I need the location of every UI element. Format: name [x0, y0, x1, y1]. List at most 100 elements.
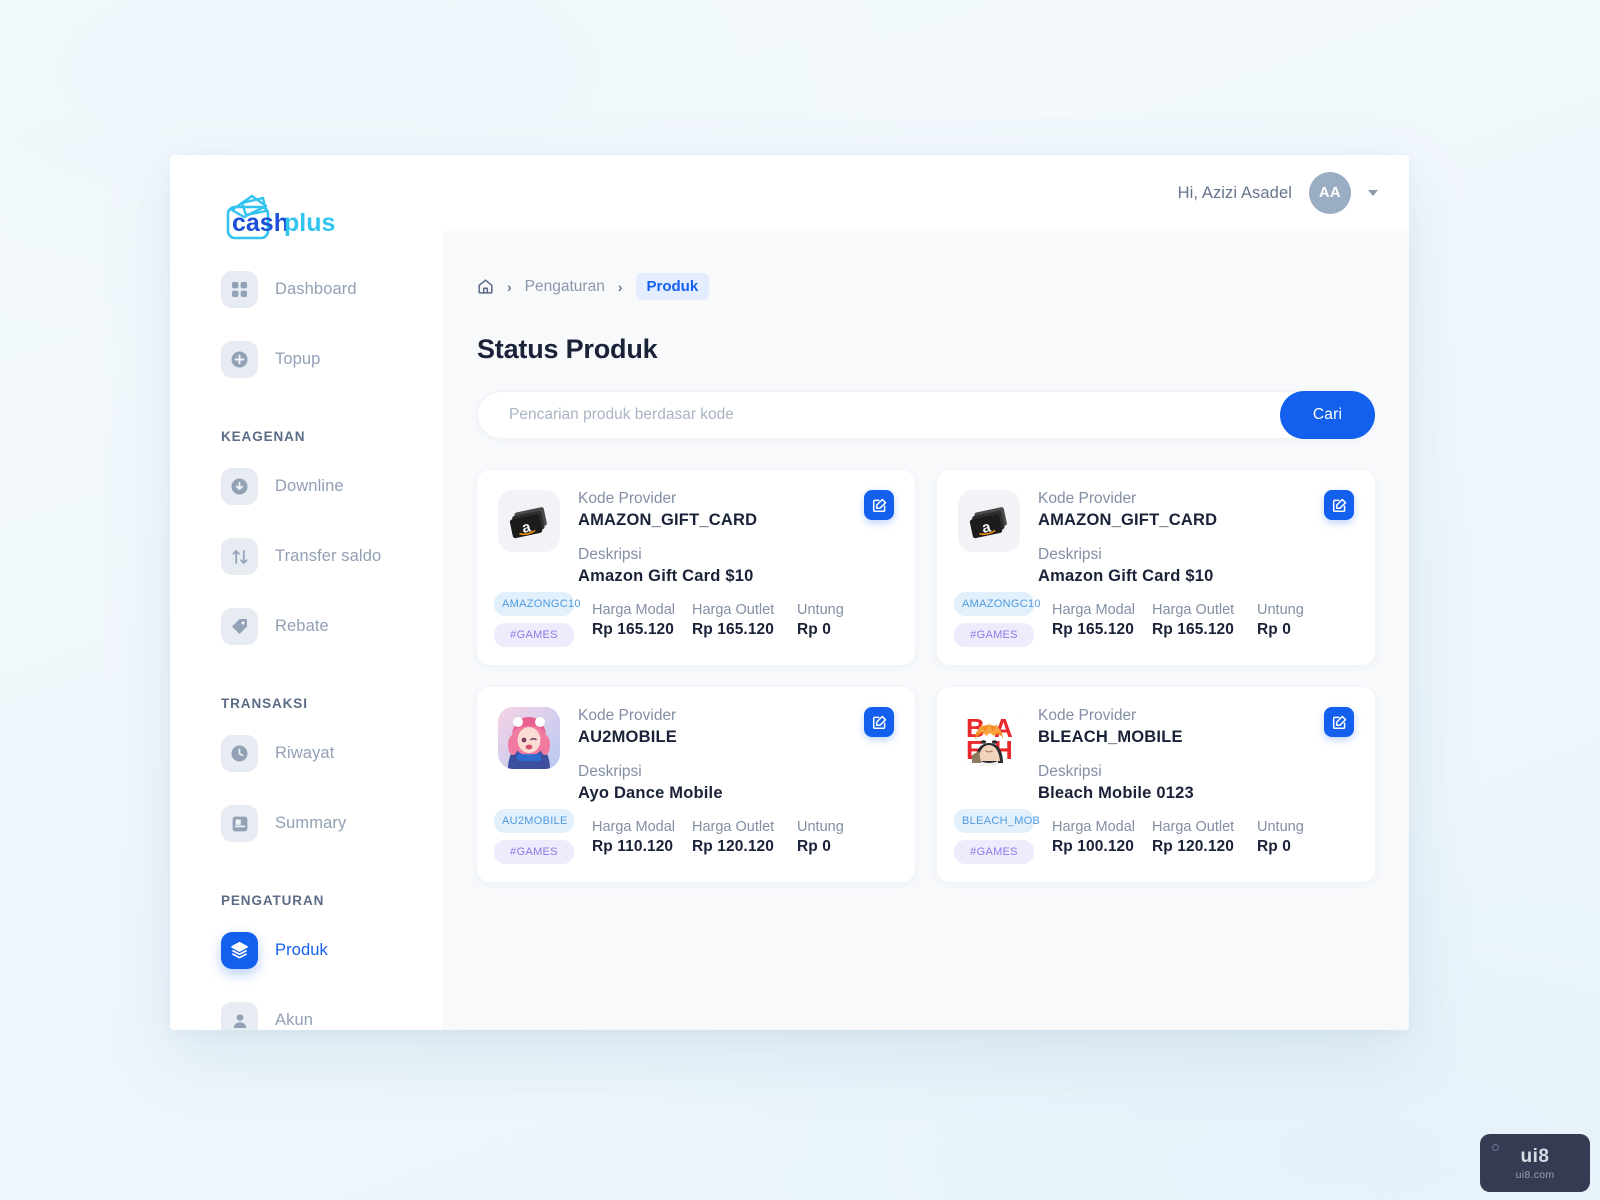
- deskripsi-label: Deskripsi: [578, 546, 642, 563]
- product-card[interactable]: a Kode Provider AMAZON_GIFT_CARD Deskrip…: [937, 470, 1375, 665]
- product-code-chip: AU2MOBILE: [494, 809, 574, 833]
- untung-label: Untung: [797, 819, 844, 835]
- watermark-sub-text: ui8.com: [1515, 1168, 1555, 1181]
- edit-square-icon: [872, 715, 886, 729]
- untung-label: Untung: [797, 602, 844, 618]
- brand-logo[interactable]: cash plus: [170, 155, 443, 263]
- harga-outlet-label: Harga Outlet: [1152, 602, 1235, 618]
- topbar: Hi, Azizi Asadel AA: [443, 155, 1409, 231]
- harga-outlet-value: Rp 120.120: [692, 838, 774, 855]
- edit-product-button[interactable]: [1324, 707, 1354, 737]
- sidebar-section-transaksi: TRANSAKSI Riwayat Summary: [170, 696, 443, 850]
- sidebar-item-summary[interactable]: Summary: [170, 797, 443, 850]
- sidebar-item-akun[interactable]: Akun: [170, 994, 443, 1030]
- untung-col: Untung Rp 0: [1257, 819, 1337, 864]
- logo-text-cash: cash: [232, 209, 289, 237]
- sidebar-section-title: PENGATURAN: [221, 893, 325, 908]
- kode-provider-label: Kode Provider: [1038, 490, 1137, 507]
- search-row: Cari: [477, 391, 1375, 439]
- kode-provider-value: BLEACH_MOBILE: [1038, 728, 1183, 746]
- tag-icon: [221, 608, 258, 645]
- user-icon: [221, 1002, 258, 1030]
- untung-col: Untung Rp 0: [797, 819, 877, 864]
- deskripsi-value: Amazon Gift Card $10: [1038, 567, 1214, 585]
- harga-modal-col: Harga Modal Rp 110.120: [592, 819, 692, 864]
- watermark-badge: ui8 ui8.com: [1480, 1134, 1590, 1192]
- price-row: Harga Modal Rp 110.120 Harga Outlet Rp 1…: [592, 809, 894, 864]
- plus-circle-icon: [221, 341, 258, 378]
- deskripsi-block: Deskripsi Amazon Gift Card $10: [1038, 546, 1354, 586]
- card-top: a Kode Provider AMAZON_GIFT_CARD Deskrip…: [958, 490, 1354, 586]
- kode-provider-value: AMAZON_GIFT_CARD: [578, 511, 758, 529]
- breadcrumb-current: Produk: [635, 273, 710, 300]
- grid-icon: [221, 271, 258, 308]
- untung-col: Untung Rp 0: [797, 602, 877, 647]
- sidebar-item-label: Topup: [275, 350, 321, 368]
- edit-product-button[interactable]: [864, 490, 894, 520]
- sidebar-item-dashboard[interactable]: Dashboard: [170, 263, 443, 316]
- breadcrumb-parent[interactable]: Pengaturan: [525, 278, 605, 296]
- book-icon: [221, 805, 258, 842]
- clock-icon: [221, 735, 258, 772]
- kode-provider-block: Kode Provider AU2MOBILE: [578, 707, 894, 747]
- harga-modal-label: Harga Modal: [1052, 819, 1136, 835]
- product-grid: a Kode Provider AMAZON_GIFT_CARD Deskrip…: [477, 470, 1375, 882]
- deskripsi-value: Amazon Gift Card $10: [578, 567, 754, 585]
- amazon-gift-card-icon: a: [498, 490, 560, 552]
- product-tag-chip: #GAMES: [954, 840, 1034, 864]
- product-card[interactable]: Kode Provider AU2MOBILE Deskripsi Ayo Da…: [477, 687, 915, 882]
- untung-value: Rp 0: [797, 621, 831, 638]
- product-tag-chip: #GAMES: [494, 623, 574, 647]
- product-card[interactable]: B A E H Kode Provider BLEACH_MOBILE Desk…: [937, 687, 1375, 882]
- transfer-arrows-icon: [221, 538, 258, 575]
- download-circle-icon: [221, 468, 258, 505]
- bleach-game-icon: B A E H: [958, 707, 1020, 769]
- sidebar-item-topup[interactable]: Topup: [170, 333, 443, 386]
- kode-provider-value: AU2MOBILE: [578, 728, 677, 746]
- price-row: Harga Modal Rp 165.120 Harga Outlet Rp 1…: [1052, 592, 1354, 647]
- home-icon[interactable]: [477, 278, 494, 295]
- product-tag-chip: #GAMES: [954, 623, 1034, 647]
- card-top: B A E H Kode Provider BLEACH_MOBILE Desk…: [958, 707, 1354, 803]
- sidebar-item-produk[interactable]: Produk: [170, 924, 443, 977]
- harga-outlet-value: Rp 120.120: [1152, 838, 1234, 855]
- sidebar-section-title: TRANSAKSI: [221, 696, 308, 711]
- product-card[interactable]: a Kode Provider AMAZON_GIFT_CARD Deskrip…: [477, 470, 915, 665]
- sidebar-item-rebate[interactable]: Rebate: [170, 600, 443, 653]
- harga-modal-col: Harga Modal Rp 100.120: [1052, 819, 1152, 864]
- sidebar-item-label: Akun: [275, 1011, 314, 1029]
- harga-outlet-col: Harga Outlet Rp 165.120: [1152, 602, 1257, 647]
- deskripsi-label: Deskripsi: [1038, 763, 1102, 780]
- card-info: Kode Provider AMAZON_GIFT_CARD Deskripsi…: [578, 490, 894, 586]
- sidebar-item-downline[interactable]: Downline: [170, 460, 443, 513]
- harga-modal-col: Harga Modal Rp 165.120: [1052, 602, 1152, 647]
- sidebar-item-transfer-saldo[interactable]: Transfer saldo: [170, 530, 443, 583]
- watermark-main-text: ui8: [1520, 1145, 1550, 1167]
- deskripsi-block: Deskripsi Ayo Dance Mobile: [578, 763, 894, 803]
- harga-outlet-col: Harga Outlet Rp 165.120: [692, 602, 797, 647]
- ayodance-game-icon: [498, 707, 560, 769]
- card-top: Kode Provider AU2MOBILE Deskripsi Ayo Da…: [498, 707, 894, 803]
- sidebar-item-riwayat[interactable]: Riwayat: [170, 727, 443, 780]
- sidebar-item-label: Summary: [275, 814, 347, 832]
- harga-outlet-value: Rp 165.120: [692, 621, 774, 638]
- edit-product-button[interactable]: [1324, 490, 1354, 520]
- chip-list: AU2MOBILE #GAMES: [494, 809, 574, 864]
- card-bottom: AMAZONGC10 #GAMES Harga Modal Rp 165.120…: [494, 592, 894, 647]
- kode-provider-block: Kode Provider BLEACH_MOBILE: [1038, 707, 1354, 747]
- deskripsi-label: Deskripsi: [1038, 546, 1102, 563]
- sidebar-section-keagenan: KEAGENAN Downline Transfer saldo Rebate: [170, 429, 443, 653]
- search-input[interactable]: [509, 391, 1149, 439]
- untung-value: Rp 0: [1257, 838, 1291, 855]
- search-button[interactable]: Cari: [1280, 391, 1375, 439]
- chevron-down-icon[interactable]: [1368, 190, 1378, 196]
- sidebar-primary-group: Dashboard Topup: [170, 263, 443, 386]
- avatar[interactable]: AA: [1309, 172, 1351, 214]
- edit-product-button[interactable]: [864, 707, 894, 737]
- deskripsi-block: Deskripsi Bleach Mobile 0123: [1038, 763, 1354, 803]
- harga-outlet-value: Rp 165.120: [1152, 621, 1234, 638]
- cashplus-logo: cash plus: [222, 190, 338, 242]
- sidebar-item-label: Transfer saldo: [275, 547, 382, 565]
- watermark-dot-icon: [1492, 1144, 1499, 1151]
- harga-modal-value: Rp 165.120: [1052, 621, 1134, 638]
